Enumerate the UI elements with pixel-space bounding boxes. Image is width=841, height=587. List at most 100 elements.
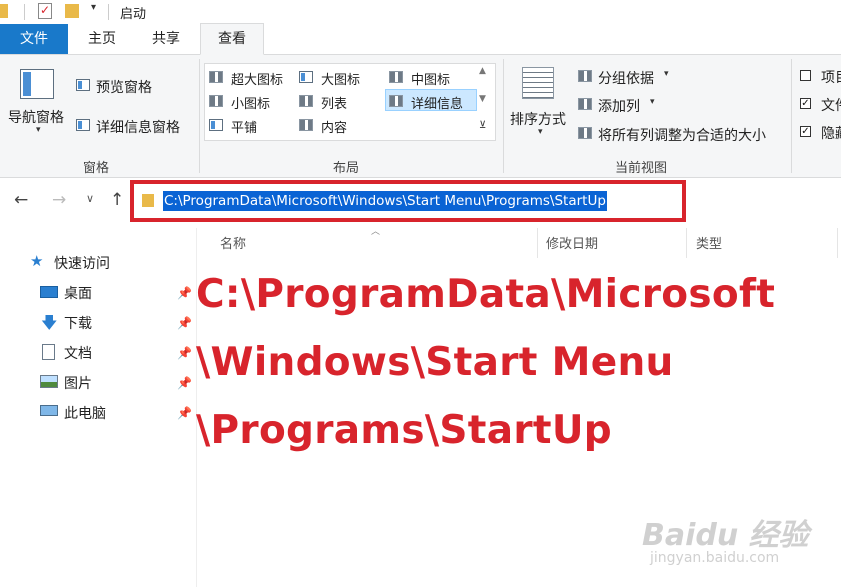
- layout-content[interactable]: 内容: [297, 115, 385, 136]
- chevron-down-icon: ▾: [650, 97, 655, 107]
- gallery-scroll-down-icon[interactable]: ▼: [479, 94, 486, 104]
- tab-home[interactable]: 主页: [72, 24, 132, 54]
- sidebar-item-documents[interactable]: 文档: [38, 342, 188, 362]
- content-icon: [299, 119, 313, 131]
- column-separator[interactable]: [837, 228, 838, 258]
- file-extensions-option[interactable]: ✓ 文件: [800, 95, 841, 115]
- sort-icon: [522, 67, 554, 99]
- group-separator: [503, 59, 504, 173]
- customize-toolbar-icon[interactable]: ▾: [91, 2, 96, 13]
- large-icons-icon: [299, 71, 313, 83]
- desktop-icon: [40, 286, 58, 298]
- panes-group-label: 窗格: [83, 161, 110, 176]
- sort-ascending-icon: ︿: [371, 227, 381, 237]
- group-by-label: 分组依据: [598, 71, 654, 87]
- forward-arrow-icon[interactable]: →: [52, 190, 66, 210]
- layout-tiles[interactable]: 平铺: [207, 115, 295, 136]
- current-view-group-label: 当前视图: [615, 161, 668, 176]
- properties-icon[interactable]: ✓: [38, 3, 52, 19]
- layout-details[interactable]: 详细信息: [385, 89, 477, 112]
- path-annotation-line-2: \Windows\Start Menu: [196, 340, 674, 385]
- group-separator: [199, 59, 200, 173]
- fit-columns-button[interactable]: 将所有列调整为合适的大小: [578, 123, 788, 145]
- sidebar-item-label: 快速访问: [54, 256, 110, 272]
- chevron-down-icon: ▾: [36, 125, 41, 135]
- extra-large-icons-icon: [209, 71, 223, 83]
- separator: [108, 4, 109, 20]
- sort-by-button[interactable]: 排序方式 ▾: [508, 65, 574, 145]
- window-title: 启动: [120, 7, 147, 22]
- nav-pane-button[interactable]: 导航窗格 ▾: [6, 65, 70, 145]
- tab-view[interactable]: 查看: [200, 23, 264, 55]
- column-separator[interactable]: [537, 228, 538, 258]
- layout-label: 大图标: [321, 73, 361, 88]
- layout-label: 列表: [321, 97, 348, 112]
- ribbon-tabs: 文件 主页 共享 查看: [0, 23, 841, 55]
- nav-pane-label: 导航窗格: [8, 110, 64, 126]
- details-pane-button[interactable]: 详细信息窗格: [76, 115, 196, 137]
- item-checkboxes-checkbox[interactable]: [800, 70, 811, 81]
- layout-extra-large-icons[interactable]: 超大图标: [207, 67, 295, 88]
- navigation-pane: ★ 快速访问 桌面 📌 🡇 下载 📌 文档 📌 图片 📌 此电脑 📌: [0, 228, 197, 587]
- computer-icon: [40, 405, 58, 416]
- folder-icon: [0, 4, 8, 18]
- sidebar-item-label: 此电脑: [64, 406, 106, 422]
- sidebar-item-quick-access[interactable]: ★ 快速访问: [30, 252, 180, 272]
- medium-icons-icon: [389, 71, 403, 83]
- add-column-label: 添加列: [598, 99, 640, 115]
- layout-label: 详细信息: [411, 97, 464, 112]
- download-arrow-icon: 🡇: [41, 313, 58, 332]
- tab-file[interactable]: 文件: [0, 24, 68, 54]
- star-icon: ★: [30, 252, 44, 270]
- new-folder-icon[interactable]: [65, 4, 79, 18]
- sidebar-item-label: 文档: [64, 346, 92, 362]
- add-column-button[interactable]: 添加列 ▾: [578, 94, 678, 116]
- tab-share[interactable]: 共享: [136, 24, 196, 54]
- layout-medium-icons[interactable]: 中图标: [387, 67, 475, 88]
- hidden-items-checkbox[interactable]: ✓: [800, 126, 811, 137]
- item-checkboxes-option[interactable]: 项目: [800, 67, 841, 87]
- pin-icon[interactable]: 📌: [177, 376, 192, 390]
- hidden-items-option[interactable]: ✓ 隐藏: [800, 123, 841, 143]
- path-annotation-line-3: \Programs\StartUp: [196, 408, 613, 453]
- layout-gallery: 超大图标 大图标 中图标 小图标 列表 详细信息 平铺 内容 ▲ ▼ ⊻: [204, 63, 496, 141]
- sort-by-label: 排序方式: [510, 112, 566, 128]
- layout-large-icons[interactable]: 大图标: [297, 67, 385, 88]
- group-by-button[interactable]: 分组依据 ▾: [578, 66, 688, 88]
- layout-label: 中图标: [411, 73, 451, 88]
- pin-icon[interactable]: 📌: [177, 406, 192, 420]
- path-annotation-line-1: C:\ProgramData\Microsoft: [196, 272, 776, 317]
- preview-pane-icon: [76, 79, 90, 91]
- column-header-date-modified[interactable]: 修改日期: [546, 233, 598, 252]
- layout-small-icons[interactable]: 小图标: [207, 91, 295, 112]
- list-icon: [299, 95, 313, 107]
- chevron-down-icon: ▾: [664, 69, 669, 79]
- up-arrow-icon[interactable]: ↑: [110, 190, 124, 210]
- gallery-scroll-up-icon[interactable]: ▲: [479, 66, 486, 76]
- column-header-name[interactable]: 名称: [220, 233, 246, 252]
- recent-locations-icon[interactable]: ∨: [86, 192, 94, 205]
- back-arrow-icon[interactable]: ←: [14, 190, 28, 210]
- document-icon: [42, 344, 55, 360]
- gallery-expand-icon[interactable]: ⊻: [479, 120, 486, 131]
- preview-pane-label: 预览窗格: [96, 80, 152, 96]
- sidebar-item-this-pc[interactable]: 此电脑: [38, 402, 188, 422]
- pin-icon[interactable]: 📌: [177, 346, 192, 360]
- column-separator[interactable]: [686, 228, 687, 258]
- layout-label: 小图标: [231, 97, 271, 112]
- pin-icon[interactable]: 📌: [177, 286, 192, 300]
- file-extensions-checkbox[interactable]: ✓: [800, 98, 811, 109]
- layout-list[interactable]: 列表: [297, 91, 385, 112]
- sidebar-item-downloads[interactable]: 🡇 下载: [38, 312, 188, 332]
- sidebar-item-label: 桌面: [64, 286, 92, 302]
- add-column-icon: [578, 98, 592, 110]
- sidebar-item-pictures[interactable]: 图片: [38, 372, 188, 392]
- small-icons-icon: [209, 95, 223, 107]
- column-header-type[interactable]: 类型: [696, 233, 722, 252]
- chevron-down-icon: ▾: [538, 127, 543, 137]
- sidebar-item-desktop[interactable]: 桌面: [38, 282, 188, 302]
- baidu-watermark-url: jingyan.baidu.com: [650, 550, 780, 566]
- pin-icon[interactable]: 📌: [177, 316, 192, 330]
- fit-columns-icon: [578, 127, 592, 139]
- preview-pane-button[interactable]: 预览窗格: [76, 75, 186, 97]
